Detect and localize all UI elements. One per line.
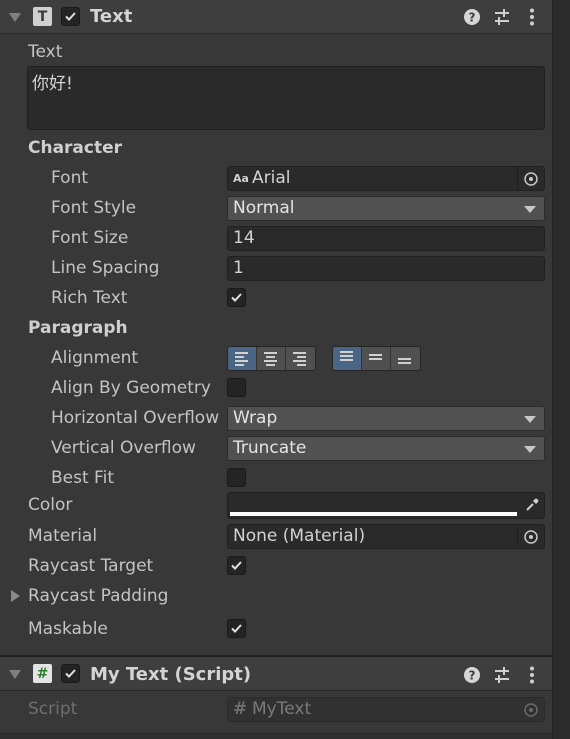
font-size-value: 14 [233, 228, 255, 248]
font-style-value: Normal [233, 198, 295, 218]
script-component-header[interactable]: # My Text (Script) ? [0, 655, 552, 691]
horizontal-overflow-value: Wrap [233, 408, 278, 428]
text-label: Text [28, 42, 63, 62]
raycast-target-label: Raycast Target [28, 556, 154, 576]
font-value: Arial [252, 168, 291, 188]
align-left-icon [235, 352, 250, 368]
font-size-field[interactable]: 14 [227, 226, 545, 251]
material-label: Material [28, 526, 98, 546]
presets-icon[interactable] [492, 665, 512, 685]
chevron-down-icon [524, 446, 536, 453]
horizontal-overflow-dropdown[interactable]: Wrap [227, 406, 545, 431]
align-by-geometry-label: Align By Geometry [51, 378, 211, 398]
script-value: MyText [252, 699, 312, 719]
align-bottom-icon [398, 358, 413, 366]
best-fit-checkbox[interactable] [227, 468, 246, 487]
align-bottom-button[interactable] [391, 347, 420, 370]
font-size-label: Font Size [51, 228, 129, 248]
object-picker-icon[interactable] [517, 167, 544, 190]
object-picker-icon[interactable] [517, 525, 544, 548]
vertical-overflow-dropdown[interactable]: Truncate [227, 436, 545, 461]
font-object-field[interactable]: Aa Arial [227, 166, 545, 191]
line-spacing-field[interactable]: 1 [227, 256, 545, 281]
text-input-value: 你好! [32, 74, 73, 94]
material-value: None (Material) [233, 526, 366, 546]
align-top-button[interactable] [333, 347, 362, 370]
object-picker-icon [517, 698, 544, 721]
svg-text:?: ? [469, 669, 476, 683]
vertical-alignment-group [332, 346, 421, 371]
align-right-icon [293, 352, 308, 368]
paragraph-section-header: Paragraph [28, 318, 128, 338]
kebab-menu-icon[interactable] [522, 665, 542, 685]
horizontal-alignment-group [227, 346, 316, 371]
material-object-field[interactable]: None (Material) [227, 524, 545, 549]
vertical-overflow-value: Truncate [233, 438, 307, 458]
help-icon[interactable]: ? [462, 7, 482, 27]
horizontal-overflow-label: Horizontal Overflow [51, 408, 220, 428]
text-component-header[interactable]: T Text ? [0, 0, 552, 34]
rich-text-checkbox[interactable] [227, 288, 246, 307]
inspector-bottom-divider [0, 733, 552, 739]
best-fit-label: Best Fit [51, 468, 114, 488]
align-center-button[interactable] [257, 347, 286, 370]
text-component-icon: T [33, 7, 52, 26]
color-label: Color [28, 495, 73, 515]
maskable-checkbox[interactable] [227, 619, 246, 638]
vertical-overflow-label: Vertical Overflow [51, 438, 196, 458]
align-left-button[interactable] [228, 347, 257, 370]
chevron-down-icon [524, 206, 536, 213]
script-asset-icon: # [233, 699, 248, 719]
script-component-icon: # [33, 664, 52, 683]
line-spacing-value: 1 [233, 258, 244, 278]
eyedropper-icon[interactable] [524, 497, 540, 513]
kebab-menu-icon[interactable] [522, 7, 542, 27]
font-asset-icon: Aa [233, 172, 249, 185]
color-alpha-bar [230, 512, 517, 516]
color-field[interactable] [227, 492, 545, 519]
maskable-label: Maskable [28, 619, 108, 639]
text-component-enabled-checkbox[interactable] [61, 7, 80, 26]
font-label: Font [51, 168, 89, 188]
script-label: Script [28, 699, 78, 719]
chevron-down-icon [524, 416, 536, 423]
align-center-icon [264, 352, 279, 368]
script-component-enabled-checkbox[interactable] [61, 664, 80, 683]
align-right-button[interactable] [286, 347, 315, 370]
align-middle-button[interactable] [362, 347, 391, 370]
script-object-field: # MyText [227, 697, 545, 722]
text-input[interactable]: 你好! [27, 66, 545, 130]
rich-text-label: Rich Text [51, 288, 128, 308]
font-style-label: Font Style [51, 198, 137, 218]
font-style-dropdown[interactable]: Normal [227, 196, 545, 221]
alignment-label: Alignment [51, 348, 139, 368]
foldout-arrow-icon[interactable] [9, 670, 21, 679]
character-section-header: Character [28, 138, 123, 158]
presets-icon[interactable] [492, 7, 512, 27]
align-by-geometry-checkbox[interactable] [227, 378, 246, 397]
foldout-arrow-icon[interactable] [9, 13, 21, 22]
text-component-title: Text [90, 6, 133, 27]
raycast-padding-foldout-icon[interactable] [11, 590, 20, 602]
inspector-scrollbar[interactable] [552, 0, 570, 739]
help-icon[interactable]: ? [462, 665, 482, 685]
align-middle-icon [369, 354, 384, 362]
raycast-target-checkbox[interactable] [227, 556, 246, 575]
svg-text:?: ? [469, 11, 476, 25]
line-spacing-label: Line Spacing [51, 258, 160, 278]
align-top-icon [340, 351, 355, 363]
script-component-title: My Text (Script) [90, 664, 252, 685]
raycast-padding-label[interactable]: Raycast Padding [28, 586, 168, 606]
